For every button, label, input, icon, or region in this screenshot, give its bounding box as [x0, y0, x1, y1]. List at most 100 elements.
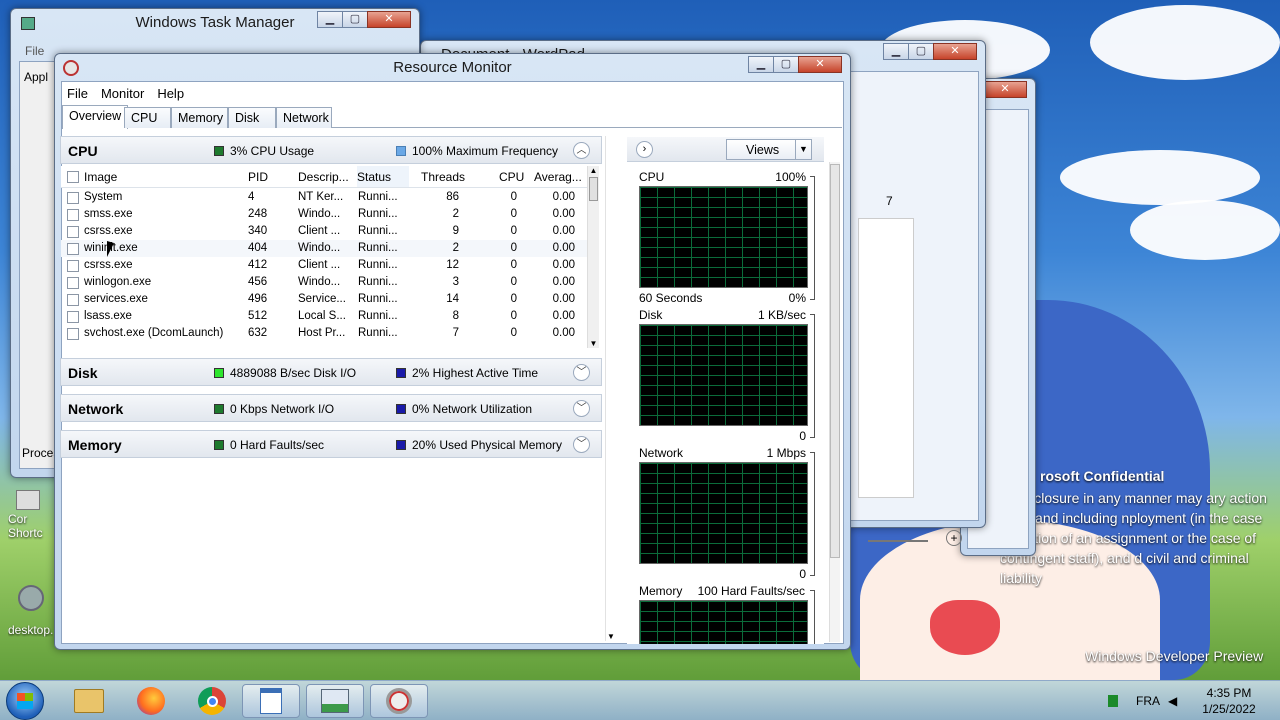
cell-image: smss.exe — [84, 208, 133, 220]
close-button[interactable]: ✕ — [933, 43, 977, 60]
table-row[interactable]: svchost.exe (DcomLaunch) 632 Host Pr... Run… — [61, 325, 593, 342]
menu-help[interactable]: Help — [157, 86, 184, 101]
expand-chevron-down-icon[interactable]: ﹀ — [573, 400, 590, 417]
close-button[interactable]: ✕ — [798, 56, 842, 73]
scroll-down-icon[interactable]: ▼ — [606, 632, 616, 641]
row-checkbox[interactable] — [67, 311, 79, 323]
cell-threads: 7 — [452, 327, 459, 339]
memory-used-legend-icon — [396, 440, 406, 450]
menu-monitor[interactable]: Monitor — [101, 86, 144, 101]
col-description[interactable]: Descrip... — [298, 170, 349, 184]
expand-chevron-down-icon[interactable]: ﹀ — [573, 436, 590, 453]
desktop-ini-icon[interactable]: desktop. — [8, 585, 53, 640]
cell-description: Windo... — [298, 276, 341, 288]
tray-clock[interactable]: 4:35 PM 1/25/2022 — [1196, 685, 1262, 717]
table-row[interactable]: lsass.exe 512 Local S... Runni... 8 0 0.00 — [61, 308, 593, 325]
menu-file[interactable]: File — [25, 44, 44, 58]
wallpaper-mascot-mouth — [930, 600, 1000, 655]
resource-monitor-caption-buttons: ▁ ▢ ✕ — [748, 56, 842, 73]
row-checkbox[interactable] — [67, 277, 79, 289]
tray-language[interactable]: FRA — [1136, 694, 1160, 708]
select-all-checkbox[interactable] — [67, 171, 79, 183]
taskbar-wordpad-button[interactable] — [242, 684, 300, 718]
graph-panel-scrollbar[interactable] — [829, 162, 840, 642]
cell-pid: 248 — [248, 208, 268, 220]
expand-chevron-down-icon[interactable]: ﹀ — [573, 364, 590, 381]
close-button[interactable]: ✕ — [983, 81, 1027, 98]
table-row[interactable]: csrss.exe 412 Client ... Runni... 12 0 0.00 — [61, 257, 593, 274]
memory-used-metric: 20% Used Physical Memory — [396, 438, 562, 452]
table-vertical-scrollbar[interactable]: ▲ ▼ — [587, 166, 599, 348]
col-pid[interactable]: PID — [248, 170, 268, 184]
taskbar-firefox-button[interactable] — [122, 684, 180, 718]
row-checkbox[interactable] — [67, 192, 79, 204]
maximize-button[interactable]: ▢ — [908, 43, 934, 60]
menu-file[interactable]: File — [67, 86, 88, 101]
wordpad-doc-area — [858, 218, 914, 498]
row-checkbox[interactable] — [67, 294, 79, 306]
desktop-cloud — [1090, 5, 1280, 80]
disk-section-header[interactable]: Disk 4889088 B/sec Disk I/O 2% Highest A… — [60, 358, 602, 386]
table-row[interactable]: csrss.exe 340 Client ... Runni... 9 0 0.00 — [61, 223, 593, 240]
table-row[interactable]: wininit.exe 404 Windo... Runni... 2 0 0.00 — [61, 240, 593, 257]
col-cpu[interactable]: CPU — [499, 170, 524, 184]
scrollbar-thumb[interactable] — [589, 177, 598, 201]
tab-overview[interactable]: Overview — [62, 105, 129, 129]
memory-graph-scale — [810, 590, 815, 644]
disk-active-metric: 2% Highest Active Time — [396, 366, 538, 380]
memory-faults-text: 0 Hard Faults/sec — [230, 438, 325, 452]
zoom-in-icon[interactable]: + — [946, 530, 962, 546]
taskbar-chrome-button[interactable] — [183, 684, 241, 718]
collapse-pane-chevron-icon[interactable]: › — [636, 141, 653, 158]
scrollbar-thumb[interactable] — [830, 164, 840, 558]
tab-memory[interactable]: Memory — [171, 107, 228, 128]
minimize-button[interactable]: ▁ — [748, 56, 774, 73]
left-pane-scrollbar[interactable]: ▼ — [605, 136, 616, 641]
tray-network-icon[interactable] — [1108, 695, 1118, 707]
minimize-button[interactable]: ▁ — [317, 11, 343, 28]
scroll-down-icon[interactable]: ▼ — [588, 339, 599, 348]
taskbar-resource-monitor-button[interactable] — [370, 684, 428, 718]
close-button[interactable]: ✕ — [367, 11, 411, 28]
col-threads[interactable]: Threads — [421, 170, 465, 184]
taskbar-explorer-button[interactable] — [60, 684, 118, 718]
start-button[interactable] — [6, 682, 44, 720]
minimize-button[interactable]: ▁ — [883, 43, 909, 60]
memory-section-header[interactable]: Memory 0 Hard Faults/sec 20% Used Physic… — [60, 430, 602, 458]
cell-threads: 9 — [452, 225, 459, 237]
maximize-button[interactable]: ▢ — [773, 56, 799, 73]
tab-cpu[interactable]: CPU — [124, 107, 171, 128]
col-status[interactable]: Status — [357, 166, 409, 187]
views-dropdown[interactable]: Views ▼ — [726, 139, 812, 160]
cell-cpu: 0 — [510, 208, 517, 220]
desktop-shortcut-icon[interactable]: Cor Shortc — [8, 490, 48, 545]
cell-description: NT Ker... — [298, 191, 344, 203]
collapse-chevron-up-icon[interactable]: ︿ — [573, 142, 590, 159]
row-checkbox[interactable] — [67, 243, 79, 255]
network-section-header[interactable]: Network 0 Kbps Network I/O 0% Network Ut… — [60, 394, 602, 422]
maximize-button[interactable]: ▢ — [342, 11, 368, 28]
cpu-section-header[interactable]: CPU 3% CPU Usage 100% Maximum Frequency … — [60, 136, 602, 164]
tray-volume-icon[interactable]: ◀ — [1168, 694, 1177, 708]
zoom-slider[interactable] — [868, 540, 928, 542]
table-row[interactable]: winlogon.exe 456 Windo... Runni... 3 0 0.00 — [61, 274, 593, 291]
cell-cpu: 0 — [510, 191, 517, 203]
row-checkbox[interactable] — [67, 260, 79, 272]
tab-disk[interactable]: Disk — [228, 107, 276, 128]
scroll-up-icon[interactable]: ▲ — [588, 166, 599, 175]
tab-applications[interactable]: Appl — [24, 70, 48, 84]
table-row[interactable]: System 4 NT Ker... Runni... 86 0 0.00 — [61, 189, 593, 206]
memory-faults-metric: 0 Hard Faults/sec — [214, 438, 324, 452]
row-checkbox[interactable] — [67, 226, 79, 238]
taskbar-task-manager-button[interactable] — [306, 684, 364, 718]
row-checkbox[interactable] — [67, 328, 79, 340]
col-average[interactable]: Averag... — [534, 170, 582, 184]
memory-faults-legend-icon — [214, 440, 224, 450]
col-image[interactable]: Image — [84, 170, 117, 184]
table-row[interactable]: services.exe 496 Service... Runni... 14 0 0.00 — [61, 291, 593, 308]
row-checkbox[interactable] — [67, 209, 79, 221]
cpu-freq-text: 100% Maximum Frequency — [412, 144, 559, 158]
tab-network[interactable]: Network — [276, 107, 332, 128]
cell-average: 0.00 — [552, 293, 575, 305]
table-row[interactable]: smss.exe 248 Windo... Runni... 2 0 0.00 — [61, 206, 593, 223]
